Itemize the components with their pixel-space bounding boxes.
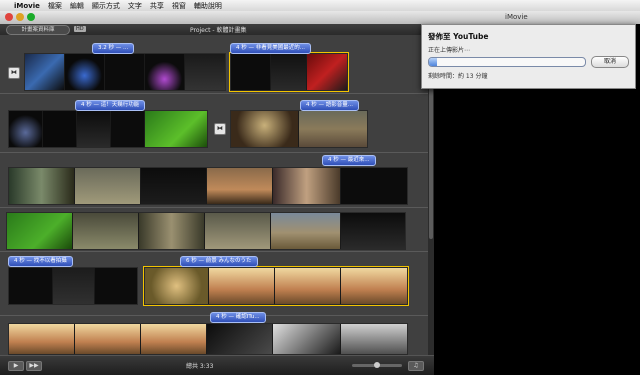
menu-share[interactable]: 共享 (150, 1, 164, 11)
menu-edit[interactable]: 編輯 (70, 1, 84, 11)
clip-frame (105, 54, 145, 90)
row-divider (0, 152, 428, 153)
project-header: 計畫案資料庫 HD Project - 軟體計畫集 (0, 24, 428, 35)
clip-frame (43, 111, 77, 147)
video-clip[interactable] (230, 110, 368, 148)
clip-frame (273, 168, 341, 204)
clip-frame (341, 213, 405, 249)
menu-text[interactable]: 文字 (128, 1, 142, 11)
project-library-button[interactable]: 計畫案資料庫 (6, 25, 70, 35)
zoom-slider-knob[interactable] (374, 362, 380, 368)
clip-frame (77, 111, 111, 147)
clip-frame (25, 54, 65, 90)
clip-frame (111, 111, 145, 147)
window-titlebar: iMovie (0, 11, 640, 25)
clip-frame (231, 111, 299, 147)
minimize-window-icon[interactable] (16, 13, 24, 21)
play-button[interactable]: ▶ (8, 361, 24, 371)
menu-window[interactable]: 視窗 (172, 1, 186, 11)
video-clip[interactable] (8, 323, 408, 355)
clip-frame (271, 54, 307, 90)
clip-frame (275, 268, 341, 304)
clip-frame (75, 324, 141, 354)
clip-frame (185, 54, 225, 90)
clip-frame (307, 54, 347, 90)
clip-frame (271, 213, 341, 249)
clip-frame (341, 168, 407, 204)
clip-frame (9, 111, 43, 147)
clip-frame (207, 324, 273, 354)
row-divider (0, 207, 428, 208)
clip-title-bubble[interactable]: 4 秒 — 最近來... (322, 155, 376, 166)
dialog-title: 發佈至 YouTube (428, 32, 489, 41)
clip-frame (341, 268, 407, 304)
video-clip[interactable] (143, 266, 409, 306)
clip-title-bubble[interactable]: 4 秒 — 確認ITu... (210, 312, 266, 323)
window-controls (5, 13, 35, 21)
transition-icon[interactable]: ⧓ (8, 67, 20, 79)
clip-frame (9, 268, 53, 304)
upload-progress-bar (428, 57, 586, 67)
clip-frame (53, 268, 95, 304)
project-toolbar: ▶ ▶▶ 總共 3:33 ♫ (0, 355, 434, 375)
clip-title-bubble[interactable]: 4 秒 — 非看見美國最近的... (230, 43, 311, 54)
zoom-slider[interactable] (352, 362, 402, 368)
window-title: iMovie (505, 13, 528, 21)
clip-frame (7, 213, 73, 249)
clip-frame (231, 54, 271, 90)
clip-title-bubble[interactable]: 4 秒 — 語影音量... (300, 100, 359, 111)
clip-frame (209, 268, 275, 304)
clip-title-bubble[interactable]: 3.2 秒 — ... (92, 43, 135, 54)
clip-title-bubble[interactable]: 4 秒 — 找不以看拍攝 (8, 256, 73, 267)
clip-frame (65, 54, 105, 90)
row-divider (0, 251, 428, 252)
clip-frame (141, 168, 207, 204)
video-clip[interactable] (8, 267, 138, 305)
clip-title-bubble[interactable]: 6 秒 — 前景 みんなのうた (180, 256, 258, 267)
clip-frame (145, 268, 209, 304)
project-timeline[interactable]: ⧓ 3.2 秒 — ... 4 秒 — 非看見美國最近的... ⧓ 4 秒 — … (0, 35, 428, 355)
clip-frame (207, 168, 273, 204)
project-title: Project - 軟體計畫集 (190, 27, 247, 34)
menu-file[interactable]: 檔案 (48, 1, 62, 11)
audio-waveform-button[interactable]: ♫ (408, 361, 424, 371)
transition-icon[interactable]: ⧓ (214, 123, 226, 135)
close-window-icon[interactable] (5, 13, 13, 21)
time-remaining: 剩餘時間：約 13 分鐘 (428, 73, 488, 80)
clip-frame (273, 324, 341, 354)
clip-frame (299, 111, 367, 147)
video-clip[interactable] (8, 167, 408, 205)
video-clip[interactable] (24, 53, 226, 91)
zoom-window-icon[interactable] (27, 13, 35, 21)
menu-view[interactable]: 顯示方式 (92, 1, 120, 11)
upload-progress-fill (429, 58, 437, 66)
menu-help[interactable]: 輔助說明 (194, 1, 222, 11)
clip-frame (73, 213, 139, 249)
row-divider (0, 93, 428, 94)
clip-frame (145, 54, 185, 90)
upload-status: 正在上傳影片⋯ (428, 47, 471, 54)
clip-frame (341, 324, 407, 354)
video-clip[interactable] (229, 52, 349, 92)
upload-dialog: 發佈至 YouTube 正在上傳影片⋯ 取消 剩餘時間：約 13 分鐘 (421, 24, 636, 89)
clip-frame (95, 268, 137, 304)
clip-frame (75, 168, 141, 204)
clip-frame (9, 168, 75, 204)
play-fullscreen-button[interactable]: ▶▶ (26, 361, 42, 371)
clip-frame (141, 324, 207, 354)
clip-title-bubble[interactable]: 4 秒 — 這！天幾行功能 (75, 100, 146, 111)
video-clip[interactable] (6, 212, 406, 250)
clip-frame (139, 213, 205, 249)
total-duration: 總共 3:33 (186, 363, 214, 370)
video-clip[interactable] (8, 110, 208, 148)
hd-badge: HD (74, 26, 86, 32)
menu-app-name[interactable]: iMovie (14, 2, 40, 10)
clip-frame (9, 324, 75, 354)
clip-frame (205, 213, 271, 249)
clip-frame (145, 111, 207, 147)
cancel-button[interactable]: 取消 (591, 56, 629, 68)
